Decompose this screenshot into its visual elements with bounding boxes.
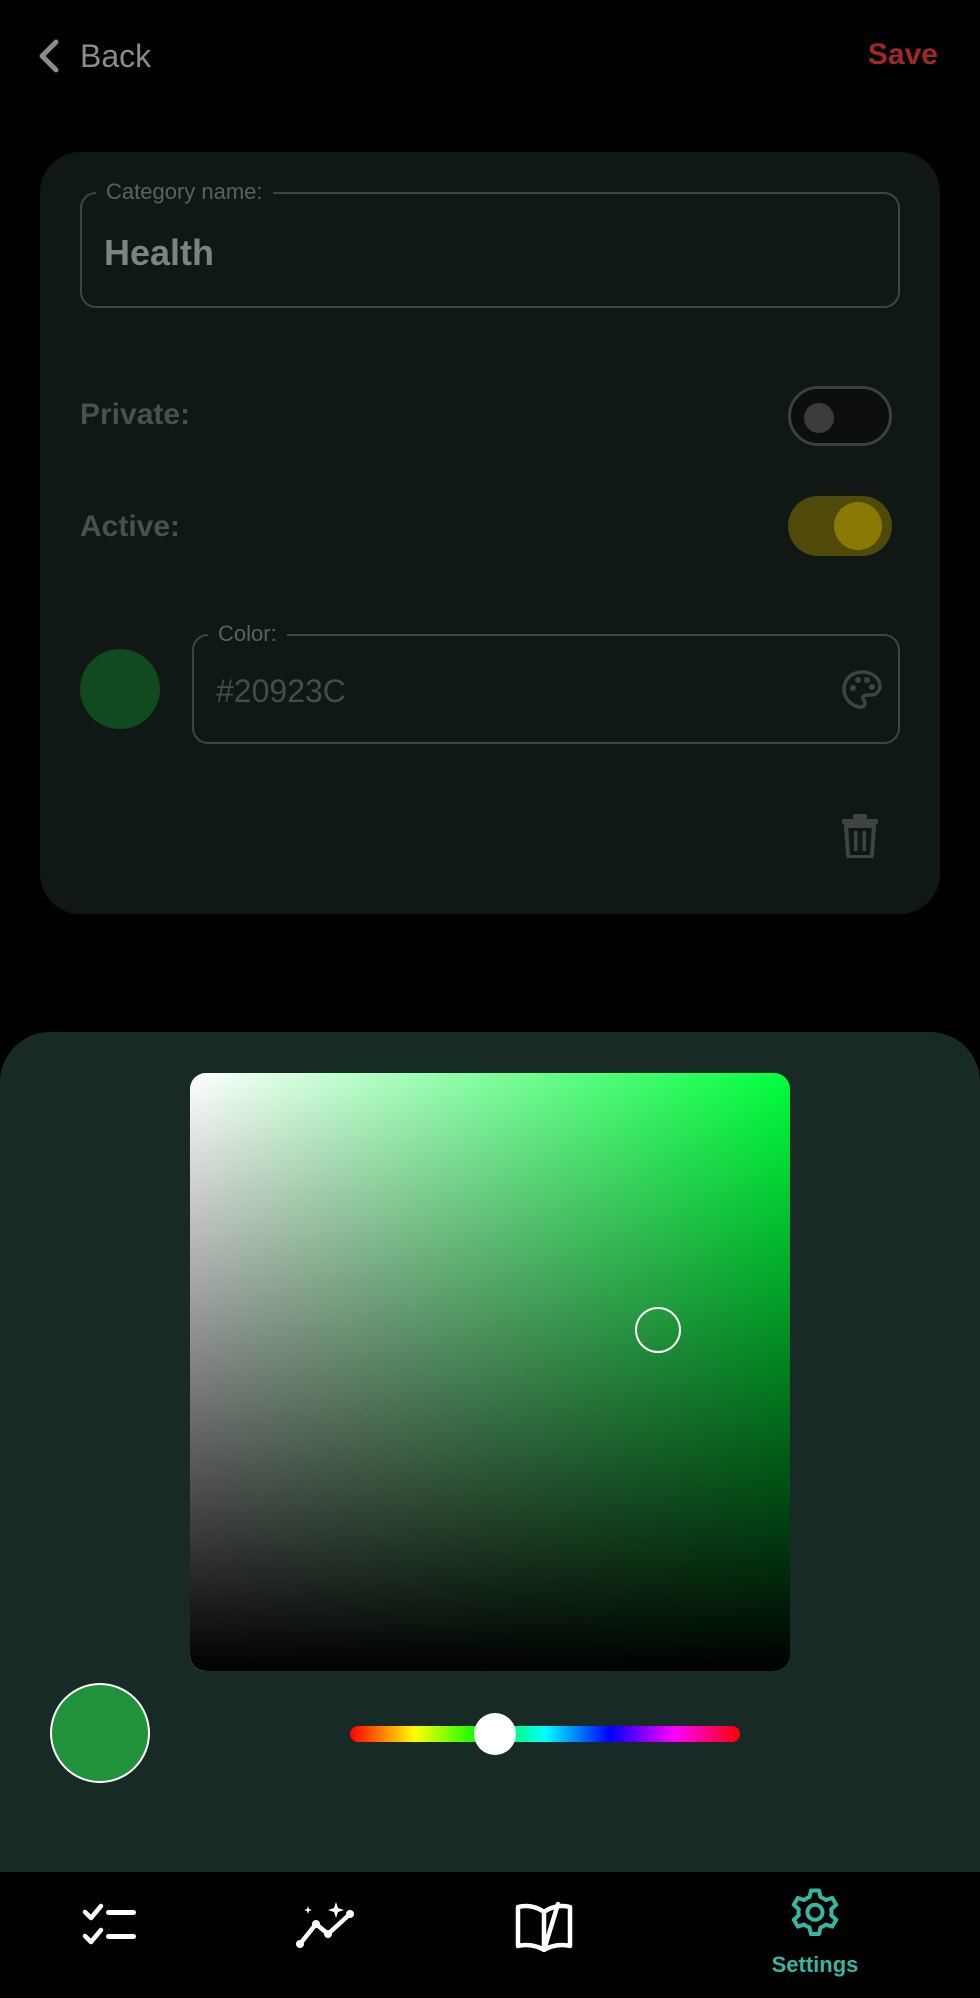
settings-gear-icon bbox=[791, 1888, 839, 1936]
nav-item-journal[interactable] bbox=[494, 1872, 594, 1998]
screen: Back Save Category name: Health Private:… bbox=[0, 0, 980, 1998]
private-label: Private: bbox=[80, 398, 191, 431]
color-picker-sheet bbox=[0, 1032, 980, 1872]
black-gradient bbox=[190, 1073, 790, 1671]
active-label: Active: bbox=[80, 510, 181, 543]
private-toggle-knob bbox=[804, 403, 834, 433]
color-preview-swatch bbox=[50, 1683, 150, 1783]
hue-slider-thumb[interactable] bbox=[474, 1713, 517, 1755]
nav-item-stats[interactable] bbox=[276, 1872, 376, 1998]
color-value[interactable]: #20923C bbox=[216, 672, 346, 710]
category-name-field[interactable]: Category name: Health bbox=[80, 180, 900, 308]
chevron-left-icon bbox=[39, 39, 59, 73]
active-toggle-knob bbox=[834, 502, 882, 550]
saturation-value-cursor[interactable] bbox=[635, 1307, 681, 1354]
color-swatch bbox=[80, 649, 160, 729]
category-name-value[interactable]: Health bbox=[104, 232, 214, 274]
open-book-icon bbox=[515, 1901, 573, 1952]
back-label: Back bbox=[80, 37, 152, 74]
bottom-nav: Settings bbox=[0, 1872, 980, 1998]
nav-item-tasks[interactable] bbox=[60, 1872, 160, 1998]
palette-icon[interactable] bbox=[840, 668, 884, 712]
active-toggle[interactable] bbox=[788, 496, 892, 556]
back-button[interactable]: Back bbox=[36, 34, 151, 78]
saturation-value-area[interactable] bbox=[190, 1073, 790, 1671]
nav-item-settings[interactable]: Settings bbox=[755, 1872, 875, 1998]
stats-sparkle-chart-icon bbox=[296, 1902, 354, 1948]
nav-settings-label: Settings bbox=[771, 1952, 859, 1977]
private-toggle[interactable] bbox=[788, 386, 892, 446]
save-button[interactable]: Save bbox=[868, 38, 938, 72]
hue-slider[interactable] bbox=[350, 1713, 740, 1755]
color-label: Color: bbox=[208, 622, 287, 646]
delete-trash-icon[interactable] bbox=[840, 812, 880, 858]
checklist-icon bbox=[82, 1903, 136, 1945]
color-field[interactable]: Color: #20923C bbox=[192, 622, 900, 744]
category-card: Category name: Health Private: Active: C… bbox=[40, 152, 940, 914]
category-name-label: Category name: bbox=[96, 180, 273, 204]
